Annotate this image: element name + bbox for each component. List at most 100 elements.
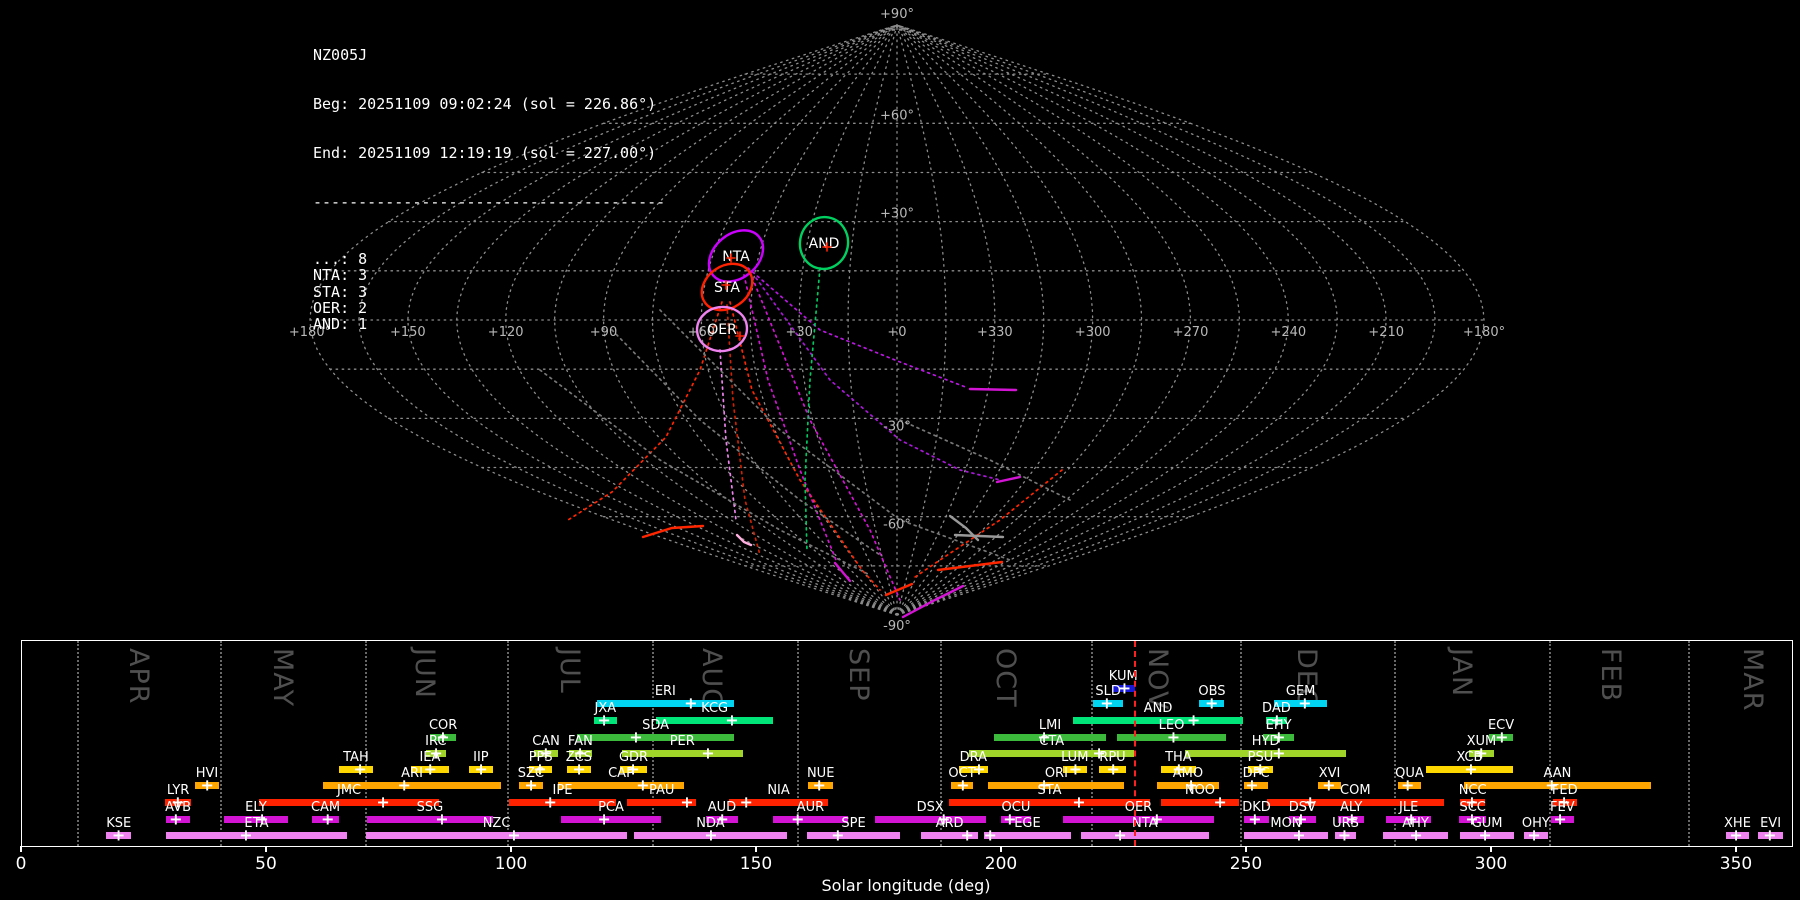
month-gridline-MAY [219,641,222,846]
x-tick [1245,846,1247,852]
x-tick-label: 350 [1719,854,1753,874]
radiant-label-OER: OER [707,322,737,338]
shower-bar-NZC [365,832,628,839]
count-line-NTA: NTA: 3 [313,266,368,285]
shower-label-JMC: JMC [336,783,362,798]
activity-timeline-chart: APR MAY JUN JUL AUG SEP OCT NOV DEC JAN FEB MAR KUM +… [21,640,1793,847]
station-id: NZ005J [313,45,368,64]
shower-peak-marker-NUE: + [812,774,826,794]
shower-peak-marker-NIA: + [739,791,753,811]
shower-peak-marker-AUR: + [790,808,805,828]
shower-peak-marker-ECV: + [1495,726,1509,746]
shower-peak-marker-JMC: + [376,791,390,811]
radiant-label-NTA: NTA [722,249,750,265]
shower-peak-marker-HVI: + [200,774,214,794]
month-label-FEB: FEB [1595,648,1627,703]
meteor-trail [899,419,1071,501]
shower-peak-marker-DPC: + [1245,774,1259,794]
meteor-trail [953,533,1005,539]
shower-peak-marker-OBS: + [1205,692,1219,712]
month-gridline-MAR [1688,641,1691,846]
shower-peak-marker-IEA: + [423,758,437,778]
meteor-trail [726,304,761,556]
shower-bar-SSG [366,816,493,823]
shower-label-CAP: CAP [608,766,634,781]
shower-bar-SPE [806,832,901,839]
shower-peak-marker-AVB: + [169,808,183,828]
shower-peak-marker-NOO: + [1213,791,1227,811]
month-label-JUN: JUN [409,648,441,699]
shower-bar-NOO [1160,799,1240,806]
shower-bar-DSX [874,816,986,823]
latitude-label: -90° [883,619,911,634]
meteor-trail [539,369,871,576]
shower-peak-marker-SDA: + [629,726,643,746]
meteor-radiant-screen: { "header": { "station": "NZ005J", "beg_… [0,0,1800,900]
shower-peak-marker-LUM: + [1068,758,1083,778]
shower-label-ERI: ERI [654,684,676,699]
observation-legend: NZ005J Beg: 20251109 09:02:24 (sol = 226… [313,14,665,366]
shower-peak-marker-QUA: + [1401,774,1415,794]
x-tick [1000,846,1002,852]
shower-peak-marker-NZC: + [507,824,521,844]
month-label-APR: APR [122,648,154,705]
shower-peak-marker-URS: + [1337,824,1352,844]
shower-peak-marker-EGE: + [983,824,997,844]
shower-peak-marker-PCA: + [597,808,611,828]
shower-peak-marker-GEM: + [1298,692,1312,712]
shower-peak-marker-XCB: + [1464,758,1478,778]
shower-bar-PCA [561,816,661,823]
longitude-label: +30 [785,325,812,340]
sky-map: +180° +150 +120 +90 +60 +30 +0 +330 +300 +270 +240… [289,7,1505,634]
shower-peak-marker-GUM: + [1478,824,1492,844]
shower-peak-marker-SPE: + [831,824,845,844]
latitude-label: -30° [883,419,911,434]
longitude-label: +180° [1463,325,1505,340]
shower-label-NTA: NTA [1132,816,1158,831]
shower-peak-marker-CAP: + [636,774,650,794]
solar-longitude-axis: Solar longitude (deg) 0 50 100 150 200 250 300… [16,846,1791,900]
shower-peak-marker-FEV: + [1553,808,1567,828]
x-axis-label: Solar longitude (deg) [821,876,991,895]
count-line-dotdotdot: ...: 8 [313,249,368,268]
shower-peak-marker-SZC: + [524,774,538,794]
month-label-SEP: SEP [842,648,874,702]
shower-bar-AUR [772,816,849,823]
shower-label-NOO: NOO [1184,783,1216,798]
shower-bar-STA [949,799,1150,806]
shower-peak-marker-OHY: + [1527,824,1541,844]
shower-bar-EGE [983,832,1072,839]
meteor-trail [749,271,901,601]
shower-label-STA: STA [1037,783,1062,798]
month-gridline-DEC [1240,641,1243,846]
shower-peak-marker-MON: + [1292,824,1306,844]
month-label-MAR: MAR [1737,648,1769,712]
month-label-OCT: OCT [989,648,1021,708]
shower-bar-JMC [259,799,439,806]
x-tick-label: 50 [255,854,277,874]
shower-peak-marker-NTA: + [1113,824,1127,844]
shower-label-KCG: KCG [701,701,729,716]
shower-peak-marker-XHE: + [1729,824,1743,844]
x-tick-label: 150 [739,854,773,874]
current-sol-line [1133,641,1136,846]
month-gridline-APR [76,641,79,846]
radiant-label-STA: STA [714,280,740,296]
latitude-label: +60° [880,108,914,123]
shower-label-EGE: EGE [1014,816,1041,831]
shower-label-SPE: SPE [841,816,866,831]
meteor-trail [747,267,969,389]
longitude-label: +0 [887,325,906,340]
x-tick [510,846,512,852]
meteor-trail [995,475,1022,484]
latitude-label: +90° [880,7,914,22]
shower-peak-marker-JXA: + [597,709,611,729]
shower-peak-marker-HYD: + [1272,742,1286,762]
shower-peak-marker-ARD: + [960,824,974,844]
shower-label-NZC: NZC [482,816,511,831]
month-label-MAY: MAY [267,648,299,708]
x-tick-label: 250 [1229,854,1263,874]
shower-peak-marker-SLD: + [1100,692,1114,712]
x-tick [20,846,22,852]
x-tick-label: 200 [984,854,1018,874]
